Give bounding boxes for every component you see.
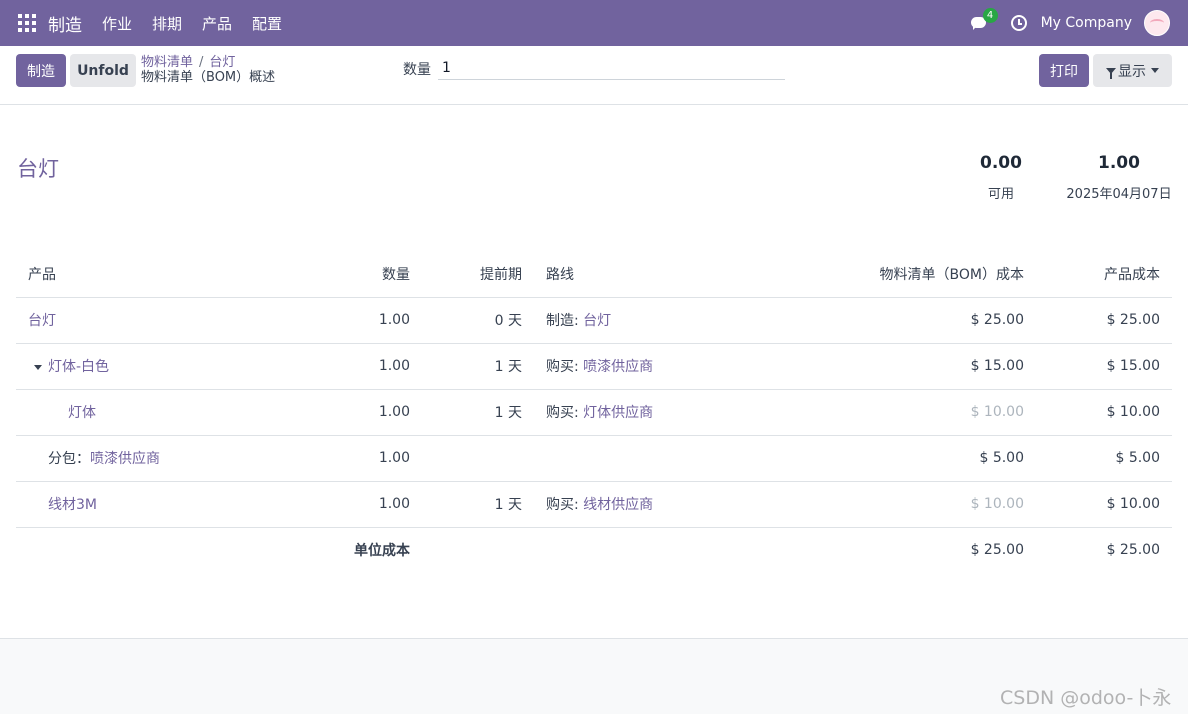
col-bom-cost: 物料清单（BOM）成本 xyxy=(844,251,1036,298)
chat-badge: 4 xyxy=(982,8,998,23)
row-product-link[interactable]: 台灯 xyxy=(28,313,56,329)
col-product-cost: 产品成本 xyxy=(1036,251,1172,298)
quantity-input[interactable] xyxy=(438,56,785,80)
display-label: 显示 xyxy=(1118,63,1146,80)
print-button[interactable]: 打印 xyxy=(1039,54,1089,87)
kpi-date: 1.00 2025年04月07日 xyxy=(1066,153,1172,202)
menu-products[interactable]: 产品 xyxy=(202,13,232,34)
chat-icon[interactable]: 4 xyxy=(970,8,998,31)
col-lead-time: 提前期 xyxy=(422,251,534,298)
route-link[interactable]: 灯体供应商 xyxy=(583,405,653,421)
table-row: 分包：喷漆供应商 1.00 $ 5.00 $ 5.00 xyxy=(16,435,1172,482)
col-route: 路线 xyxy=(534,251,844,298)
col-quantity: 数量 xyxy=(306,251,422,298)
apps-menu-icon[interactable] xyxy=(18,14,36,32)
bom-table: 产品 数量 提前期 路线 物料清单（BOM）成本 产品成本 台灯 1.00 0 … xyxy=(16,251,1172,573)
page-subtitle: 物料清单（BOM）概述 xyxy=(141,70,276,85)
table-total-row: 单位成本 $ 25.00 $ 25.00 xyxy=(16,527,1172,573)
menu-configuration[interactable]: 配置 xyxy=(252,13,282,34)
breadcrumb-bom[interactable]: 物料清单 xyxy=(141,55,193,70)
kpi-available: 0.00 可用 xyxy=(980,153,1022,202)
display-button[interactable]: 显示 xyxy=(1093,54,1172,87)
row-subcontractor-link[interactable]: 喷漆供应商 xyxy=(90,451,160,467)
unit-cost-label: 单位成本 xyxy=(354,543,410,560)
bom-overview-report: 台灯 0.00 可用 1.00 2025年04月07日 产品 数量 提前期 路线… xyxy=(0,105,1188,639)
activity-clock-icon[interactable] xyxy=(1010,15,1027,31)
row-product-link[interactable]: 线材3M xyxy=(48,497,97,513)
manufacture-button[interactable]: 制造 xyxy=(16,54,66,87)
breadcrumb: 物料清单 / 台灯 物料清单（BOM）概述 xyxy=(141,55,276,85)
menu-operations[interactable]: 作业 xyxy=(102,13,132,34)
total-bom-cost: $ 25.00 xyxy=(970,542,1024,559)
collapse-caret-icon[interactable] xyxy=(34,364,42,370)
company-switcher[interactable]: My Company xyxy=(1041,15,1132,31)
total-product-cost: $ 25.00 xyxy=(1106,542,1160,559)
table-header: 产品 数量 提前期 路线 物料清单（BOM）成本 产品成本 xyxy=(16,251,1172,298)
breadcrumb-product[interactable]: 台灯 xyxy=(209,55,235,70)
user-avatar[interactable] xyxy=(1144,10,1170,36)
filter-icon xyxy=(1106,67,1116,79)
caret-down-icon xyxy=(1151,68,1159,73)
table-row: 台灯 1.00 0 天 制造: 台灯 $ 25.00 $ 25.00 xyxy=(16,297,1172,344)
row-product-link[interactable]: 灯体-白色 xyxy=(48,359,109,375)
table-row: 灯体 1.00 1 天 购买: 灯体供应商 $ 10.00 $ 10.00 xyxy=(16,389,1172,436)
menu-planning[interactable]: 排期 xyxy=(152,13,182,34)
product-title[interactable]: 台灯 xyxy=(17,153,59,183)
route-link[interactable]: 台灯 xyxy=(583,313,611,329)
quantity-label: 数量 xyxy=(403,62,431,78)
table-row: 灯体-白色 1.00 1 天 购买: 喷漆供应商 $ 15.00 $ 15.00 xyxy=(16,343,1172,390)
row-product-link[interactable]: 灯体 xyxy=(68,405,96,421)
route-link[interactable]: 线材供应商 xyxy=(583,497,653,513)
col-product: 产品 xyxy=(16,251,306,298)
app-brand[interactable]: 制造 xyxy=(48,11,82,36)
table-row: 线材3M 1.00 1 天 购买: 线材供应商 $ 10.00 $ 10.00 xyxy=(16,481,1172,528)
unfold-button[interactable]: Unfold xyxy=(70,54,136,87)
route-link[interactable]: 喷漆供应商 xyxy=(583,359,653,375)
watermark: CSDN @odoo-卜永 xyxy=(1000,687,1172,709)
control-panel: 制造 Unfold 物料清单/台灯 物料清单（BOM）概述 数量 打印 显示 xyxy=(0,46,1188,105)
top-navbar: 制造 作业 排期 产品 配置 4 My Company xyxy=(0,0,1188,46)
